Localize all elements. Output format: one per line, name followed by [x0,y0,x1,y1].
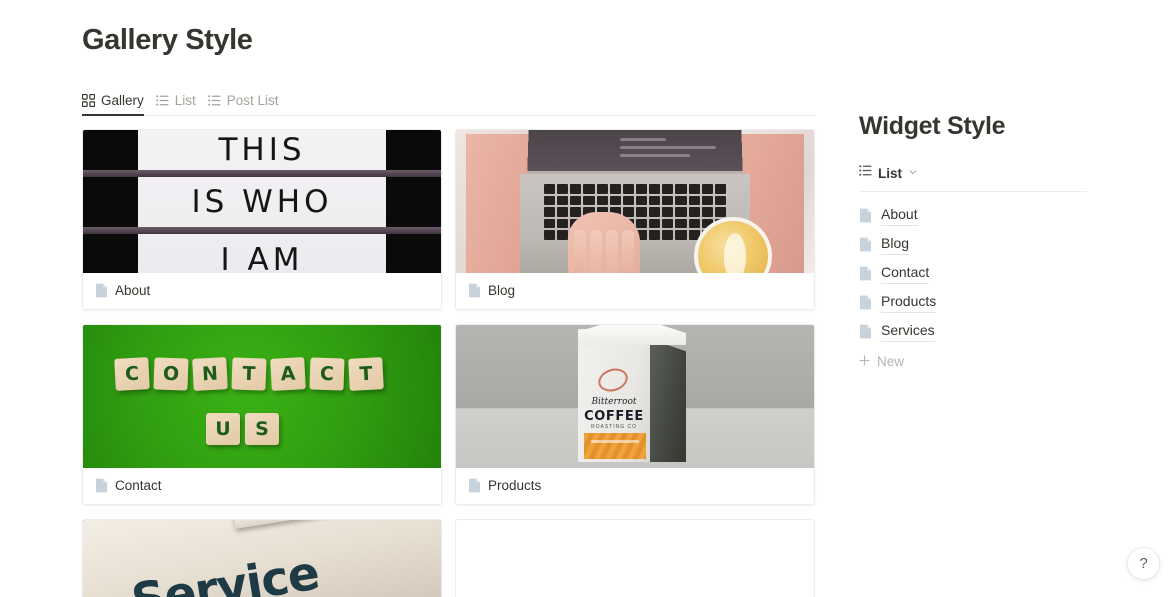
card-caption: Blog [456,273,814,309]
widget-new-button[interactable]: New [859,348,1091,374]
document-icon [859,324,872,339]
list-icon [155,94,169,107]
widget-item-label: Services [881,321,935,342]
card-label: About [115,283,151,298]
list-icon [207,94,221,107]
card-cover-about: THIS IS WHO I AM [83,130,441,273]
gallery-new-card-button[interactable]: New [455,519,815,597]
widget-item-label: About [881,205,918,226]
scrabble-row-1: CONTACT [114,357,384,391]
list-icon [859,164,872,182]
scrabble-tile: T [348,357,384,391]
document-icon [95,283,108,298]
widget-item-label: Blog [881,234,910,255]
tab-list[interactable]: List [154,93,206,115]
card-cover-contact: CONTACT US [83,325,441,468]
scrabble-row-2: US [206,413,279,445]
page-title: Gallery Style [82,24,253,56]
gallery-card-products[interactable]: Bitterroot COFFEE ROASTING CO Products [455,324,815,505]
card-caption: Products [456,468,814,504]
tab-post-list-label: Post List [226,93,279,108]
card-cover-products: Bitterroot COFFEE ROASTING CO [456,325,814,468]
widget-item-label: Products [881,292,937,313]
card-label: Contact [115,478,162,493]
tab-gallery[interactable]: Gallery [82,93,154,116]
view-tabs: Gallery List Post List [82,87,816,116]
document-icon [468,283,481,298]
document-icon [95,478,108,493]
gallery-card-about[interactable]: THIS IS WHO I AM About [82,129,442,310]
widget-item-products[interactable]: Products [859,288,1091,317]
cover-text-line-3: I AM [220,242,304,273]
chevron-down-icon[interactable] [908,164,918,182]
main-column: Gallery Style Gallery List Post List THI… [82,0,816,597]
tab-gallery-label: Gallery [101,93,144,108]
cover-brand-script: Bitterroot [591,397,637,407]
gallery-card-services[interactable]: Service Services [82,519,442,597]
gallery-style-page: Gallery Style Gallery List Post List THI… [0,0,1175,597]
widget-column: Widget Style List About Blog Contact Pro… [859,0,1091,374]
card-cover-services: Service [83,520,441,597]
widget-item-label: Contact [881,263,930,284]
scrabble-tile: C [309,357,345,391]
widget-new-label: New [877,353,905,369]
help-button[interactable]: ? [1127,547,1160,580]
widget-view-label: List [878,165,903,181]
widget-item-services[interactable]: Services [859,317,1091,346]
tab-post-list[interactable]: Post List [206,93,289,115]
gallery-card-contact[interactable]: CONTACT US Contact [82,324,442,505]
scrabble-tile: A [270,357,306,391]
card-label: Products [488,478,542,493]
document-icon [859,237,872,252]
widget-page-list: About Blog Contact Products Services New [859,201,1091,374]
plus-icon [859,354,870,369]
document-icon [859,295,872,310]
scrabble-tile: S [245,413,279,445]
cover-brand-name: COFFEE [584,409,644,424]
widget-item-contact[interactable]: Contact [859,259,1091,288]
scrabble-tile: C [114,357,150,391]
gallery-card-blog[interactable]: Blog [455,129,815,310]
widget-title: Widget Style [859,112,1006,140]
gallery-grid: THIS IS WHO I AM About Blog C O N T A C … [82,129,816,597]
scrabble-tile: O [153,357,189,391]
document-icon [468,478,481,493]
card-caption: About [83,273,441,309]
cover-text-line-2: IS WHO [191,184,333,220]
grid-icon [82,94,95,107]
scrabble-tile: T [231,357,267,391]
scrabble-tile: U [206,413,240,445]
document-icon [859,266,872,281]
cover-brand-sub: ROASTING CO [590,424,637,430]
card-caption: Contact [83,468,441,504]
scrabble-tile: N [192,357,228,391]
tab-list-label: List [174,93,196,108]
document-icon [859,208,872,223]
widget-item-blog[interactable]: Blog [859,230,1091,259]
widget-item-about[interactable]: About [859,201,1091,230]
card-label: Blog [488,283,516,298]
cover-text-line-1: THIS [218,132,306,168]
widget-view-selector[interactable]: List [859,164,1087,192]
card-cover-blog [456,130,814,273]
